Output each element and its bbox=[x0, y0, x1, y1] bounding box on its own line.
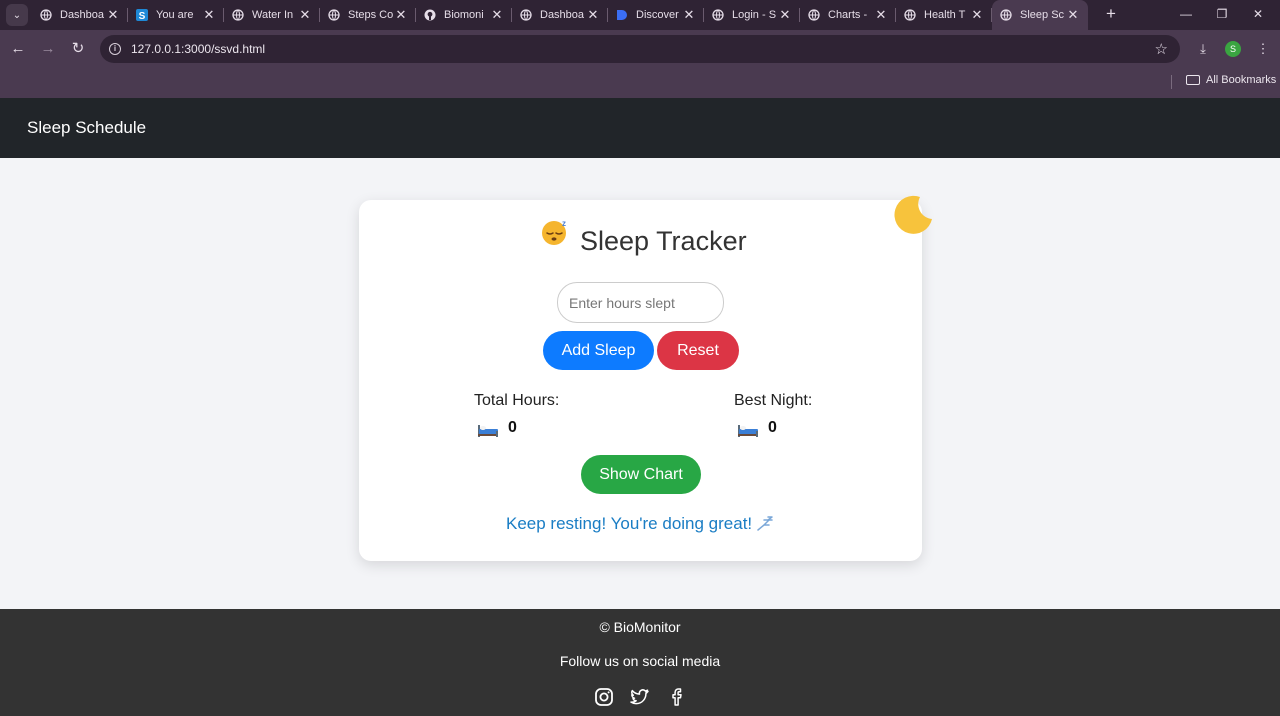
best-night-label: Best Night: bbox=[734, 392, 813, 409]
profile-avatar[interactable]: S bbox=[1225, 41, 1241, 57]
browser-tab-active[interactable]: Sleep Sc ✕ bbox=[992, 0, 1088, 30]
best-night-value: 0 bbox=[768, 419, 777, 436]
site-header: Sleep Schedule bbox=[0, 98, 1280, 158]
globe-icon bbox=[328, 9, 340, 21]
hours-slept-input[interactable] bbox=[557, 282, 724, 323]
instagram-icon[interactable] bbox=[594, 687, 614, 707]
tab-title: Dashboa bbox=[540, 9, 585, 21]
total-hours-value: 0 bbox=[508, 419, 517, 436]
globe-icon bbox=[712, 9, 724, 21]
tab-title: Biomoni bbox=[444, 9, 484, 21]
add-sleep-button[interactable]: Add Sleep bbox=[543, 331, 654, 370]
minimize-icon[interactable]: — bbox=[1178, 6, 1194, 22]
url-text: 127.0.0.1:3000/ssvd.html bbox=[131, 42, 266, 56]
bookmarks-divider bbox=[1171, 75, 1172, 89]
browser-tab[interactable]: Biomoni ✕ bbox=[416, 0, 512, 30]
tab-title: Health T bbox=[924, 9, 966, 21]
tab-close-icon[interactable]: ✕ bbox=[202, 8, 216, 22]
browser-tab[interactable]: Water In ✕ bbox=[224, 0, 320, 30]
bed-icon bbox=[478, 425, 498, 437]
show-chart-button[interactable]: Show Chart bbox=[581, 455, 701, 494]
browser-tab[interactable]: Login - S ✕ bbox=[704, 0, 800, 30]
tab-search-chevron-icon[interactable]: ⌄ bbox=[6, 4, 28, 26]
zzz-icon bbox=[757, 516, 773, 531]
tab-close-icon[interactable]: ✕ bbox=[874, 8, 888, 22]
globe-icon bbox=[1000, 9, 1012, 21]
forward-icon[interactable]: → bbox=[39, 40, 57, 58]
svg-text:z: z bbox=[562, 219, 566, 228]
new-tab-button[interactable]: + bbox=[1102, 5, 1120, 23]
github-icon bbox=[424, 9, 436, 21]
follow-text: Follow us on social media bbox=[559, 653, 721, 669]
tab-close-icon[interactable]: ✕ bbox=[394, 8, 408, 22]
total-hours-label: Total Hours: bbox=[474, 392, 560, 409]
browser-tab[interactable]: Health T ✕ bbox=[896, 0, 992, 30]
browser-tab[interactable]: Discover ✕ bbox=[608, 0, 704, 30]
tab-title: You are bbox=[156, 9, 194, 21]
menu-kebab-icon[interactable]: ⋮ bbox=[1254, 40, 1272, 58]
all-bookmarks-label: All Bookmarks bbox=[1206, 74, 1277, 86]
tab-close-icon[interactable]: ✕ bbox=[586, 8, 600, 22]
card-title: Sleep Tracker bbox=[580, 226, 747, 256]
tab-close-icon[interactable]: ✕ bbox=[106, 8, 120, 22]
back-icon[interactable]: ← bbox=[9, 40, 27, 58]
globe-icon bbox=[40, 9, 52, 21]
browser-tab-bar: ⌄ Dashboa ✕ S You are ✕ Water In ✕ Steps… bbox=[0, 0, 1280, 30]
restore-icon[interactable]: ❐ bbox=[1214, 6, 1230, 22]
copyright-text: © BioMonitor bbox=[599, 619, 681, 635]
browser-tab[interactable]: Dashboa ✕ bbox=[32, 0, 128, 30]
tab-title: Dashboa bbox=[60, 9, 105, 21]
sleep-tracker-card: z Sleep Tracker Add Sleep Reset Total Ho… bbox=[359, 200, 922, 561]
window-close-icon[interactable]: ✕ bbox=[1250, 6, 1266, 22]
facebook-icon[interactable] bbox=[668, 687, 688, 707]
tab-close-icon[interactable]: ✕ bbox=[970, 8, 984, 22]
tab-title: Steps Co bbox=[348, 9, 394, 21]
svg-text:S: S bbox=[139, 11, 146, 21]
tab-close-icon[interactable]: ✕ bbox=[682, 8, 696, 22]
browser-tab[interactable]: S You are ✕ bbox=[128, 0, 224, 30]
browser-tab[interactable]: Charts - ✕ bbox=[800, 0, 896, 30]
tab-close-icon[interactable]: ✕ bbox=[490, 8, 504, 22]
sleeping-face-icon: z bbox=[542, 219, 566, 245]
tab-strip: Dashboa ✕ S You are ✕ Water In ✕ Steps C… bbox=[32, 0, 1088, 30]
tab-title: Discover bbox=[636, 9, 679, 21]
reset-button[interactable]: Reset bbox=[657, 331, 739, 370]
crescent-moon-icon bbox=[894, 195, 932, 234]
tab-close-icon[interactable]: ✕ bbox=[298, 8, 312, 22]
site-footer: © BioMonitor Follow us on social media bbox=[0, 609, 1280, 716]
discover-icon bbox=[616, 9, 628, 21]
tab-title: Sleep Sc bbox=[1020, 9, 1065, 21]
tab-title: Charts - bbox=[828, 9, 868, 21]
browser-tab[interactable]: Dashboa ✕ bbox=[512, 0, 608, 30]
tab-close-icon[interactable]: ✕ bbox=[778, 8, 792, 22]
browser-toolbar: ← → ↻ i 127.0.0.1:3000/ssvd.html ☆ ⤓ S ⋮ bbox=[0, 30, 1280, 68]
site-info-icon[interactable]: i bbox=[109, 43, 121, 55]
bookmarks-bar: All Bookmarks bbox=[0, 68, 1280, 98]
globe-icon bbox=[520, 9, 532, 21]
bed-icon bbox=[738, 425, 758, 437]
folder-icon bbox=[1186, 75, 1200, 85]
globe-icon bbox=[232, 9, 244, 21]
encouragement-message: Keep resting! You're doing great! bbox=[506, 514, 753, 533]
site-title[interactable]: Sleep Schedule bbox=[27, 118, 146, 138]
twitter-icon[interactable] bbox=[630, 687, 650, 707]
globe-icon bbox=[808, 9, 820, 21]
all-bookmarks-button[interactable]: All Bookmarks bbox=[1186, 74, 1276, 86]
tab-close-icon[interactable]: ✕ bbox=[1066, 8, 1080, 22]
browser-tab[interactable]: Steps Co ✕ bbox=[320, 0, 416, 30]
bookmark-star-icon[interactable]: ☆ bbox=[1155, 40, 1168, 58]
download-icon[interactable]: ⤓ bbox=[1194, 40, 1212, 58]
reload-icon[interactable]: ↻ bbox=[69, 40, 87, 58]
tab-title: Water In bbox=[252, 9, 294, 21]
globe-icon bbox=[904, 9, 916, 21]
s-icon: S bbox=[136, 9, 148, 21]
tab-title: Login - S bbox=[732, 9, 777, 21]
address-bar[interactable]: i 127.0.0.1:3000/ssvd.html ☆ bbox=[100, 35, 1180, 63]
